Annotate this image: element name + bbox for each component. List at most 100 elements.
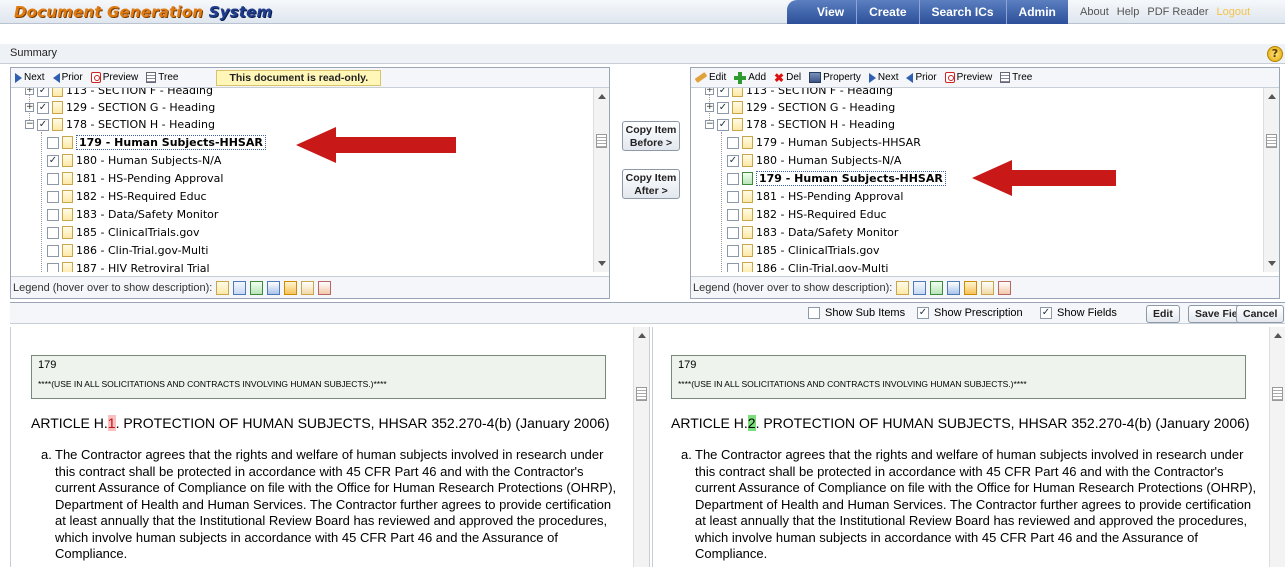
checkbox[interactable] [47,226,59,239]
scroll-down-icon[interactable] [598,261,606,266]
checkbox[interactable] [727,244,739,257]
help-icon[interactable]: ? [1267,46,1283,62]
tree-node[interactable]: + ✓ 113 - SECTION F - Heading [705,88,893,99]
add-button[interactable]: Add [734,71,766,84]
checkbox[interactable] [727,262,739,272]
tree-node[interactable]: + ✓ 129 - SECTION G - Heading [705,99,895,116]
show-fields-checkbox[interactable]: ✓ [1040,307,1052,319]
tree-node[interactable]: + ✓ 129 - SECTION G - Heading [25,99,215,116]
show-sub-items-checkbox[interactable] [808,307,820,319]
nav-view[interactable]: View [787,0,856,24]
tree-node[interactable]: 185 - ClinicalTrials.gov [727,242,880,259]
document-icon [62,136,73,149]
right-next-button[interactable]: Next [868,72,898,83]
edit-fields-button[interactable]: Edit [1146,305,1180,323]
expand-icon[interactable]: + [705,103,714,112]
copy-item-before-button[interactable]: Copy Item Before > [622,121,680,151]
checkbox[interactable]: ✓ [37,88,49,97]
about-link[interactable]: About [1080,6,1109,18]
checkbox[interactable] [47,208,59,221]
left-tree-scrollbar[interactable] [593,88,609,272]
checkbox[interactable] [47,262,59,272]
legend-document-icon [896,280,910,295]
copy-item-after-button[interactable]: Copy Item After > [622,169,680,199]
nav-create[interactable]: Create [856,0,918,24]
checkbox[interactable] [727,208,739,221]
collapse-icon[interactable]: − [25,120,34,129]
scroll-thumb[interactable] [596,134,607,148]
expand-icon[interactable]: + [25,88,34,95]
nav-admin[interactable]: Admin [1005,0,1068,24]
edit-button[interactable]: Edit [694,72,726,83]
checkbox[interactable] [727,172,739,185]
checkbox[interactable] [727,136,739,149]
help-link[interactable]: Help [1117,6,1140,18]
delete-button[interactable]: ✖ Del [774,72,801,84]
checkbox[interactable]: ✓ [727,154,739,167]
document-icon [732,101,743,114]
show-prescription-option[interactable]: ✓ Show Prescription [917,307,1023,319]
tree-node[interactable]: 186 - Clin-Trial.gov-Multi [47,242,208,259]
tree-node[interactable]: 186 - Clin-Trial.gov-Multi [727,260,888,272]
checkbox[interactable] [47,244,59,257]
checkbox[interactable] [47,136,59,149]
tree-node[interactable]: ✓ 180 - Human Subjects-N/A [47,152,221,169]
left-preview-button[interactable]: Preview [90,72,138,83]
tree-node[interactable]: 179 - Human Subjects-HHSAR [727,134,921,151]
scroll-down-icon[interactable] [1268,261,1276,266]
show-prescription-checkbox[interactable]: ✓ [917,307,929,319]
tree-node[interactable]: 182 - HS-Required Educ [727,206,887,223]
tree-node[interactable]: 183 - Data/Safety Monitor [47,206,218,223]
scroll-up-icon[interactable] [598,94,606,99]
checkbox[interactable] [47,172,59,185]
scroll-up-icon[interactable] [1274,333,1282,338]
checkbox[interactable] [727,226,739,239]
show-fields-option[interactable]: ✓ Show Fields [1040,307,1117,319]
scroll-thumb[interactable] [1272,387,1283,401]
expand-icon[interactable]: + [705,88,714,95]
right-tree-scrollbar[interactable] [1263,88,1279,272]
show-sub-items-option[interactable]: Show Sub Items [808,307,905,319]
tree-node-selected[interactable]: 179 - Human Subjects-HHSAR [47,134,266,151]
cancel-button[interactable]: Cancel [1236,305,1285,323]
checkbox[interactable]: ✓ [717,101,729,114]
right-tree-button[interactable]: Tree [1000,72,1032,83]
checkbox[interactable] [727,190,739,203]
left-prior-button[interactable]: Prior [52,72,83,83]
expand-icon[interactable]: + [25,103,34,112]
scroll-up-icon[interactable] [638,333,646,338]
right-document-scrollbar[interactable] [1269,327,1285,567]
tree-node[interactable]: − ✓ 178 - SECTION H - Heading [705,116,895,133]
tree-node[interactable]: 187 - HIV Retroviral Trial [47,260,210,272]
node-label: 183 - Data/Safety Monitor [756,226,899,239]
property-button[interactable]: Property [809,72,861,83]
scroll-up-icon[interactable] [1268,94,1276,99]
tree-node[interactable]: 181 - HS-Pending Approval [727,188,903,205]
logout-link[interactable]: Logout [1217,6,1251,18]
checkbox[interactable]: ✓ [717,88,729,97]
document-icon [62,262,73,272]
pdf-reader-link[interactable]: PDF Reader [1147,6,1208,18]
tree-node[interactable]: 182 - HS-Required Educ [47,188,207,205]
left-document-scrollbar[interactable] [633,327,649,567]
left-next-button[interactable]: Next [15,72,45,83]
checkbox[interactable]: ✓ [717,118,729,131]
checkbox[interactable]: ✓ [37,118,49,131]
tree-node[interactable]: ✓ 180 - Human Subjects-N/A [727,152,901,169]
right-preview-button[interactable]: Preview [944,72,992,83]
checkbox[interactable]: ✓ [37,101,49,114]
nav-search-ics[interactable]: Search ICs [918,0,1006,24]
left-tree-button[interactable]: Tree [146,72,178,83]
tree-node-selected[interactable]: 179 - Human Subjects-HHSAR [727,170,946,187]
tree-node[interactable]: 185 - ClinicalTrials.gov [47,224,200,241]
right-prior-button[interactable]: Prior [906,72,937,83]
tree-node[interactable]: − ✓ 178 - SECTION H - Heading [25,116,215,133]
tree-node[interactable]: 183 - Data/Safety Monitor [727,224,898,241]
tree-node[interactable]: 181 - HS-Pending Approval [47,170,223,187]
tree-node[interactable]: + ✓ 113 - SECTION F - Heading [25,88,213,99]
scroll-thumb[interactable] [1266,134,1277,148]
collapse-icon[interactable]: − [705,120,714,129]
checkbox[interactable] [47,190,59,203]
scroll-thumb[interactable] [636,387,647,401]
checkbox[interactable]: ✓ [47,154,59,167]
